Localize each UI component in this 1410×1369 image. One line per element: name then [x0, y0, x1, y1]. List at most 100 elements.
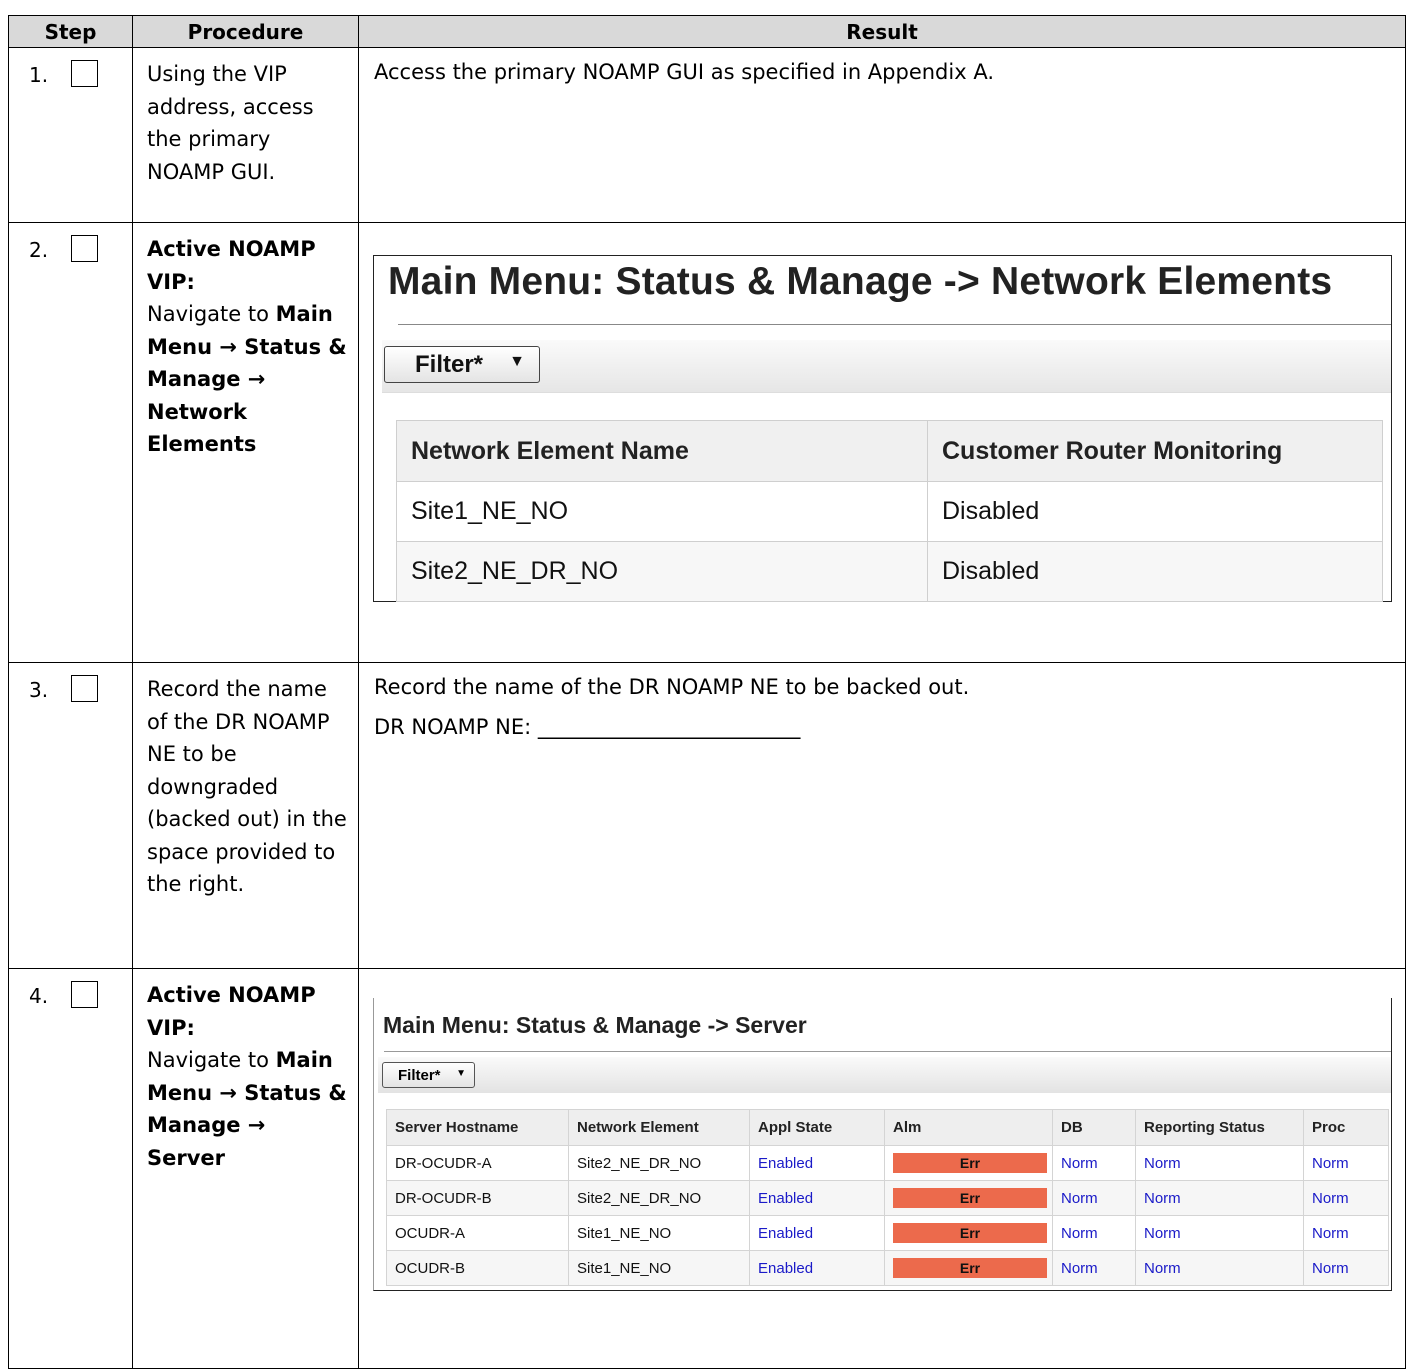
step-checkbox[interactable] — [71, 981, 98, 1008]
step-number: 2. — [29, 238, 49, 262]
step-number: 1. — [29, 63, 49, 87]
step-header: Step — [8, 15, 133, 48]
table-header-row: Network Element Name Customer Router Mon… — [396, 420, 1383, 482]
title-divider — [398, 324, 1391, 325]
server-status-screenshot: Main Menu: Status & Manage -> Server Fil… — [373, 998, 1392, 1291]
filter-button[interactable]: Filter* ▼ — [382, 1062, 475, 1088]
table-row[interactable]: Site1_NE_NO Disabled — [396, 481, 1383, 542]
step-number: 3. — [29, 678, 49, 702]
result-cell: Main Menu: Status & Manage -> Server Fil… — [358, 968, 1406, 1369]
hostname-cell: OCUDR-B — [386, 1250, 569, 1286]
chevron-down-icon: ▼ — [456, 1068, 466, 1079]
procedure-text: Using the VIP address, access the primar… — [132, 47, 359, 223]
hostname-cell: DR-OCUDR-A — [386, 1145, 569, 1181]
record-field[interactable]: DR NOAMP NE: _________________________ — [374, 715, 1405, 739]
step-checkbox[interactable] — [71, 235, 98, 262]
table-row[interactable]: DR-OCUDR-B Site2_NE_DR_NO Enabled Err No… — [386, 1180, 1389, 1216]
result-cell: Record the name of the DR NOAMP NE to be… — [358, 662, 1406, 969]
alarm-cell: Err — [884, 1250, 1053, 1286]
column-header[interactable]: Alm — [884, 1109, 1053, 1146]
result-text: Access the primary NOAMP GUI as specifie… — [374, 60, 994, 84]
table-row[interactable]: Site2_NE_DR_NO Disabled — [396, 541, 1383, 602]
step-row-1: 1. Using the VIP address, access the pri… — [8, 47, 1406, 223]
db-status-link[interactable]: Norm — [1052, 1250, 1136, 1286]
filter-toolbar: Filter* ▼ — [378, 1057, 1391, 1093]
procedure-cell: Active NOAMP VIP: Navigate to Main Menu … — [132, 968, 359, 1369]
column-header[interactable]: Proc — [1303, 1109, 1389, 1146]
procedure-text: Record the name of the DR NOAMP NE to be… — [132, 662, 359, 969]
network-elements-screenshot: Main Menu: Status & Manage -> Network El… — [373, 255, 1392, 602]
column-header[interactable]: Network Element Name — [396, 420, 928, 482]
result-cell: Access the primary NOAMP GUI as specifie… — [358, 47, 1406, 223]
procedure-table: Step Procedure Result 1. Using the VIP a… — [8, 15, 1406, 1369]
chevron-down-icon: ▼ — [509, 353, 525, 370]
proc-status-link[interactable]: Norm — [1303, 1180, 1389, 1216]
procedure-nav-prefix: Navigate to — [147, 1048, 276, 1072]
step-checkbox[interactable] — [71, 60, 98, 87]
column-header[interactable]: Server Hostname — [386, 1109, 569, 1146]
proc-status-link[interactable]: Norm — [1303, 1145, 1389, 1181]
filter-label: Filter* — [415, 351, 484, 378]
step-cell: 2. — [8, 222, 133, 663]
result-header: Result — [358, 15, 1406, 48]
title-divider — [384, 1051, 1391, 1052]
filter-label: Filter* — [398, 1067, 441, 1084]
step-row-3: 3. Record the name of the DR NOAMP NE to… — [8, 662, 1406, 969]
step-row-2: 2. Active NOAMP VIP: Navigate to Main Me… — [8, 222, 1406, 663]
db-status-link[interactable]: Norm — [1052, 1145, 1136, 1181]
appl-state-link[interactable]: Enabled — [749, 1180, 885, 1216]
column-header[interactable]: Customer Router Monitoring — [927, 420, 1383, 482]
reporting-status-link[interactable]: Norm — [1135, 1180, 1304, 1216]
ne-name-cell: Site1_NE_NO — [396, 481, 928, 542]
hostname-cell: OCUDR-A — [386, 1215, 569, 1251]
procedure-header: Procedure — [132, 15, 359, 48]
reporting-status-link[interactable]: Norm — [1135, 1250, 1304, 1286]
proc-status-link[interactable]: Norm — [1303, 1250, 1389, 1286]
table-row[interactable]: OCUDR-B Site1_NE_NO Enabled Err Norm Nor… — [386, 1250, 1389, 1286]
alarm-cell: Err — [884, 1215, 1053, 1251]
network-element-cell: Site2_NE_DR_NO — [568, 1145, 750, 1181]
table-row[interactable]: DR-OCUDR-A Site2_NE_DR_NO Enabled Err No… — [386, 1145, 1389, 1181]
step-number: 4. — [29, 984, 49, 1008]
step-cell: 3. — [8, 662, 133, 969]
appl-state-link[interactable]: Enabled — [749, 1250, 885, 1286]
column-header[interactable]: DB — [1052, 1109, 1136, 1146]
reporting-status-link[interactable]: Norm — [1135, 1215, 1304, 1251]
alarm-cell: Err — [884, 1180, 1053, 1216]
db-status-link[interactable]: Norm — [1052, 1180, 1136, 1216]
appl-state-link[interactable]: Enabled — [749, 1145, 885, 1181]
appl-state-link[interactable]: Enabled — [749, 1215, 885, 1251]
step-checkbox[interactable] — [71, 675, 98, 702]
ne-name-cell: Site2_NE_DR_NO — [396, 541, 928, 602]
page-title: Main Menu: Status & Manage -> Network El… — [388, 260, 1333, 303]
step-cell: 1. — [8, 47, 133, 223]
alarm-err-badge[interactable]: Err — [893, 1258, 1047, 1278]
server-table: Server Hostname Network Element Appl Sta… — [386, 1109, 1389, 1286]
procedure-role: Active NOAMP VIP: — [147, 237, 316, 294]
router-monitoring-cell: Disabled — [927, 481, 1383, 542]
db-status-link[interactable]: Norm — [1052, 1215, 1136, 1251]
column-header[interactable]: Reporting Status — [1135, 1109, 1304, 1146]
procedure-nav-prefix: Navigate to — [147, 302, 276, 326]
filter-button[interactable]: Filter* ▼ — [384, 346, 540, 383]
network-element-cell: Site1_NE_NO — [568, 1215, 750, 1251]
procedure-cell: Active NOAMP VIP: Navigate to Main Menu … — [132, 222, 359, 663]
procedure-role: Active NOAMP VIP: — [147, 983, 316, 1040]
network-element-cell: Site1_NE_NO — [568, 1250, 750, 1286]
alarm-err-badge[interactable]: Err — [893, 1188, 1047, 1208]
alarm-err-badge[interactable]: Err — [893, 1153, 1047, 1173]
network-elements-table: Network Element Name Customer Router Mon… — [396, 420, 1383, 602]
column-header[interactable]: Network Element — [568, 1109, 750, 1146]
reporting-status-link[interactable]: Norm — [1135, 1145, 1304, 1181]
filter-toolbar: Filter* ▼ — [382, 340, 1391, 393]
alarm-cell: Err — [884, 1145, 1053, 1181]
column-header[interactable]: Appl State — [749, 1109, 885, 1146]
hostname-cell: DR-OCUDR-B — [386, 1180, 569, 1216]
step-cell: 4. — [8, 968, 133, 1369]
table-row[interactable]: OCUDR-A Site1_NE_NO Enabled Err Norm Nor… — [386, 1215, 1389, 1251]
network-element-cell: Site2_NE_DR_NO — [568, 1180, 750, 1216]
step-row-4: 4. Active NOAMP VIP: Navigate to Main Me… — [8, 968, 1406, 1369]
alarm-err-badge[interactable]: Err — [893, 1223, 1047, 1243]
proc-status-link[interactable]: Norm — [1303, 1215, 1389, 1251]
header-row: Step Procedure Result — [8, 15, 1406, 48]
